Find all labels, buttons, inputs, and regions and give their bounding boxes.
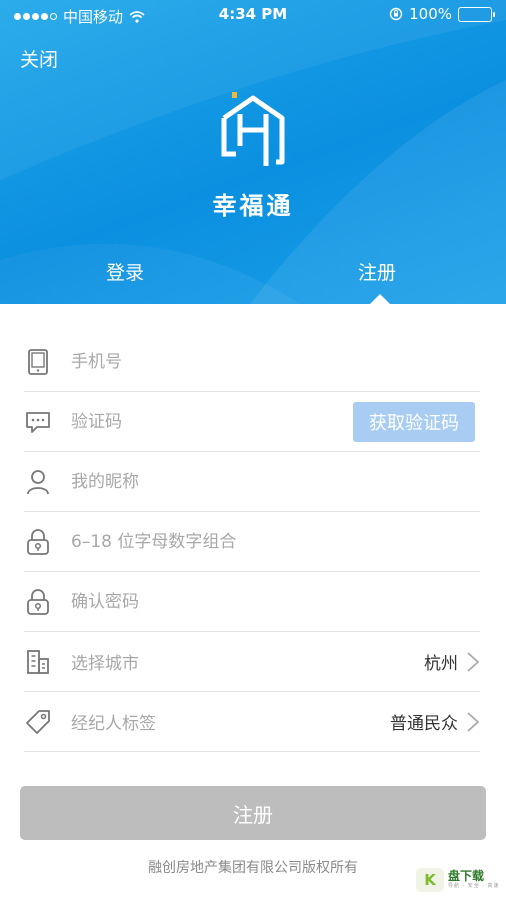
city-label: 选择城市 bbox=[71, 654, 139, 674]
watermark-k-icon: K bbox=[416, 868, 444, 892]
active-tab-indicator bbox=[369, 294, 391, 305]
tag-icon bbox=[24, 708, 52, 736]
lock-icon bbox=[24, 528, 52, 556]
confirm-password-input[interactable] bbox=[71, 591, 331, 612]
get-code-button[interactable]: 获取验证码 bbox=[353, 402, 475, 442]
phone-input[interactable] bbox=[71, 351, 331, 372]
password-row bbox=[24, 512, 480, 572]
nickname-row bbox=[24, 452, 480, 512]
app-name: 幸福通 bbox=[212, 192, 294, 220]
battery-percent: 100% bbox=[409, 5, 452, 23]
lock-icon bbox=[24, 588, 52, 616]
city-select[interactable]: 选择城市 杭州 bbox=[24, 632, 480, 692]
agent-tag-select[interactable]: 经纪人标签 普通民众 bbox=[24, 692, 480, 752]
watermark-title: 盘下载 bbox=[448, 869, 485, 883]
battery-icon bbox=[458, 6, 495, 22]
watermark-subtitle: 导航 · 安全 · 高速 bbox=[448, 883, 500, 889]
tab-register[interactable]: 注册 bbox=[358, 258, 396, 285]
close-button[interactable]: 关闭 bbox=[20, 45, 58, 72]
user-icon bbox=[24, 468, 52, 496]
register-button[interactable]: 注册 bbox=[20, 786, 486, 840]
watermark-logo: K 盘下载 导航 · 安全 · 高速 bbox=[416, 868, 500, 892]
nickname-input[interactable] bbox=[71, 471, 331, 492]
chevron-right-icon bbox=[467, 651, 480, 672]
orientation-lock-icon bbox=[389, 7, 403, 21]
agent-tag-value: 普通民众 bbox=[390, 714, 458, 734]
building-icon bbox=[24, 648, 52, 676]
header-banner: 中国移动 4:34 PM 100% 关闭 幸福通 登录 注册 bbox=[0, 0, 506, 304]
tab-login[interactable]: 登录 bbox=[106, 258, 144, 285]
city-value: 杭州 bbox=[424, 654, 458, 674]
confirm-password-row bbox=[24, 572, 480, 632]
message-icon bbox=[24, 408, 52, 436]
code-input[interactable] bbox=[71, 411, 331, 432]
phone-icon bbox=[24, 348, 52, 376]
agent-tag-label: 经纪人标签 bbox=[71, 714, 156, 734]
password-input[interactable] bbox=[71, 531, 331, 552]
app-logo-icon bbox=[221, 92, 285, 166]
phone-row bbox=[24, 332, 480, 392]
status-bar: 中国移动 4:34 PM 100% bbox=[0, 0, 506, 30]
code-row: 获取验证码 bbox=[24, 392, 480, 452]
chevron-right-icon bbox=[467, 711, 480, 732]
